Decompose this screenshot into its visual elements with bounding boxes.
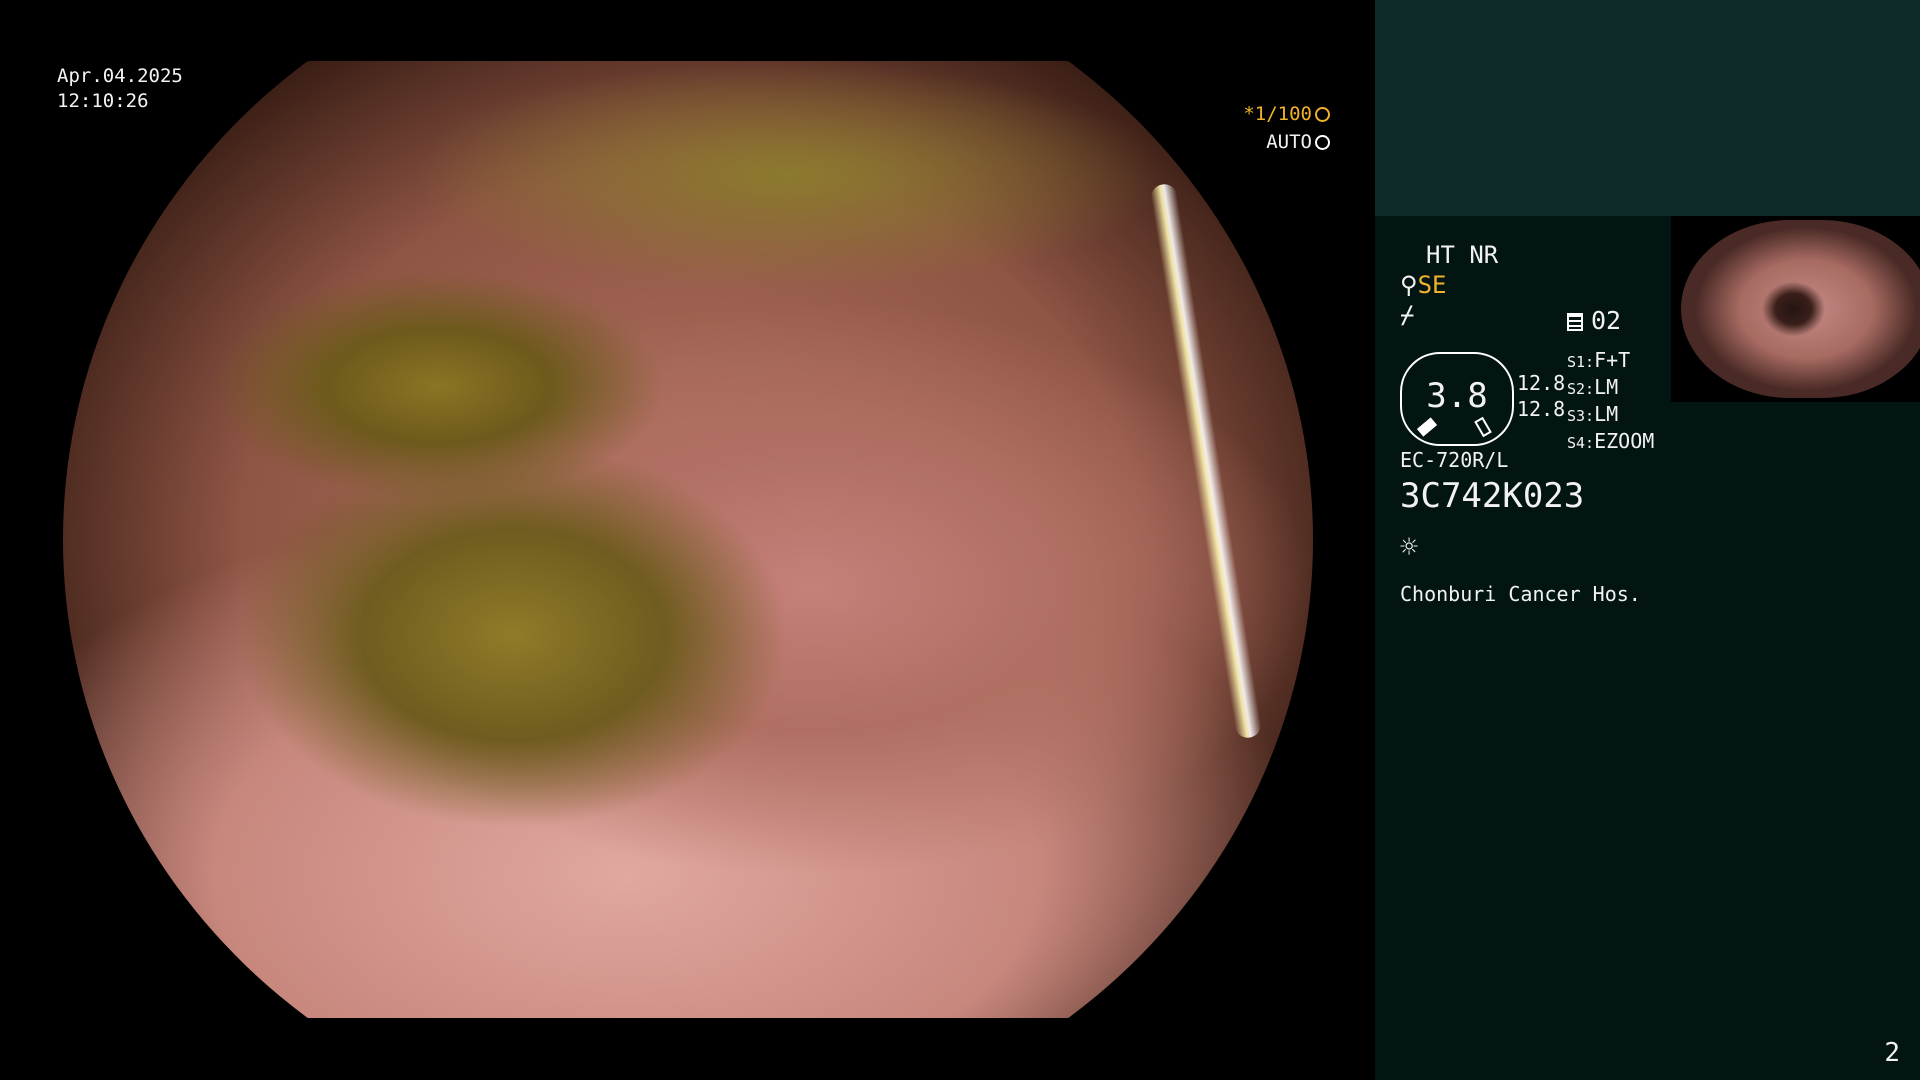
light-icon: ☼ <box>1400 530 1419 565</box>
auto-label: AUTO <box>1266 131 1312 153</box>
light-glare <box>1149 182 1263 740</box>
dial-marker-right <box>1474 416 1492 438</box>
hospital-name: Chonburi Cancer Hos. <box>1400 582 1641 606</box>
dial-marker-left <box>1416 417 1438 437</box>
mode-number-text: 02 <box>1591 306 1622 335</box>
panel-header-band <box>1375 0 1920 216</box>
mode-block: HT NR ⚲SE ⌿ <box>1400 240 1670 330</box>
timestamp: Apr.04.2025 12:10:26 <box>57 64 183 114</box>
page-number: 2 <box>1884 1038 1900 1068</box>
memo-icon <box>1567 313 1583 331</box>
shutter-icon <box>1315 107 1330 122</box>
thumbnail-picture <box>1681 220 1920 398</box>
enhancement-label: SE <box>1417 271 1447 299</box>
dial-indicator: 3.8 <box>1400 352 1514 446</box>
filter-icon: ⌿ <box>1400 301 1415 329</box>
switch-key: S2: <box>1567 380 1595 398</box>
enhance-icon: ⚲ <box>1400 271 1418 299</box>
switch-value: LM <box>1594 375 1619 399</box>
time-text: 12:10:26 <box>57 90 149 112</box>
switch-value: LM <box>1594 402 1619 426</box>
switch-key: S4: <box>1567 434 1595 452</box>
readout-2: 12.8 <box>1517 397 1566 421</box>
mode-number: 02 <box>1567 306 1621 335</box>
endoscope-view: Apr.04.2025 12:10:26 *1/100 AUTO <box>0 0 1375 1080</box>
scope-serial: 3C742K023 <box>1400 476 1585 516</box>
dial-value: 3.8 <box>1426 376 1488 416</box>
mode-label: HT NR <box>1426 241 1499 269</box>
thumbnail-image <box>1671 216 1920 402</box>
switch-value: F+T <box>1594 348 1631 372</box>
switch-settings: S1:F+T S2:LM S3:LM S4:EZOOM <box>1567 348 1654 456</box>
info-panel: HT NR ⚲SE ⌿ 02 3.8 12.8 12.8 S1:F+T S2:L… <box>1375 0 1920 1080</box>
switch-key: S3: <box>1567 407 1595 425</box>
switch-value: EZOOM <box>1594 429 1655 453</box>
shutter-value: *1/100 <box>1243 103 1312 125</box>
readout-1: 12.8 <box>1517 371 1566 395</box>
numeric-readouts: 12.8 12.8 <box>1517 370 1565 422</box>
scope-model: EC-720R/L <box>1400 448 1509 472</box>
exposure-readout: *1/100 AUTO <box>1243 100 1330 156</box>
switch-key: S1: <box>1567 353 1595 371</box>
iris-icon <box>1315 135 1330 150</box>
date-text: Apr.04.2025 <box>57 65 183 87</box>
endoscopic-image <box>63 61 1313 1018</box>
